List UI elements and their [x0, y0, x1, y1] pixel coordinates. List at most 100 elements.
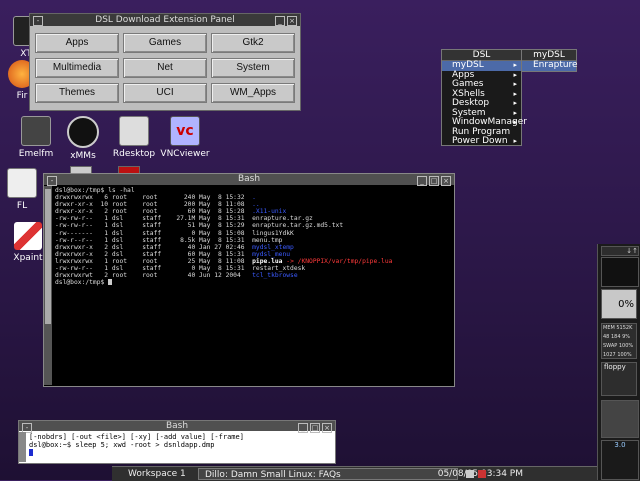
- ls-row-filename: mydsl_menu: [252, 250, 291, 258]
- version-label: 3.0: [614, 441, 626, 449]
- category-button-themes[interactable]: Themes: [35, 83, 119, 103]
- desktop-icon-rdesktop[interactable]: Rdesktop: [106, 116, 162, 159]
- minimize-button[interactable]: _: [298, 423, 308, 433]
- computer-icon: [119, 116, 149, 146]
- taskbar: Workspace 1 Dillo: Damn Small Linux: FAQ…: [112, 466, 640, 481]
- ls-row: drwxrwxr-x 2 dsl staff 40 Jan 27 02:46 m…: [55, 244, 452, 251]
- desktop-icon-label: xMMs: [70, 151, 96, 161]
- cpu-monitor: [601, 257, 639, 287]
- terminal-scrollbar[interactable]: [19, 432, 26, 462]
- menu-item-power-down[interactable]: Power Down ▸: [442, 136, 521, 147]
- taskbar-icon: [478, 470, 486, 478]
- menu-item-label: System: [452, 107, 486, 118]
- version-widget: 3.0: [601, 440, 639, 480]
- submenu-arrow-icon: ▸: [513, 80, 517, 88]
- desktop-icon-label: Rdesktop: [112, 149, 156, 159]
- category-button-multimedia[interactable]: Multimedia: [35, 58, 119, 78]
- download-extension-panel: - DSL Download Extension Panel _ × Apps …: [29, 13, 301, 111]
- ls-row: drwxr-xr-x 10 root root 200 May 8 11:08 …: [55, 201, 452, 208]
- minimize-button[interactable]: _: [275, 16, 285, 26]
- ls-row: drwxr-xr-x 2 root root 60 May 8 15:28 .X…: [55, 208, 452, 215]
- terminal-titlebar[interactable]: - Bash _ □ ×: [19, 421, 335, 433]
- ls-row-filename: .X11-unix: [252, 208, 287, 216]
- ls-row: drwxrwxrwx 6 root root 240 May 8 15:32 .: [55, 194, 452, 201]
- category-button-games[interactable]: Games: [123, 33, 207, 53]
- terminal-line: [-nobdrs] [-out <file>] [-xy] [-add valu…: [29, 433, 244, 441]
- cpu-gauge: 0%: [601, 289, 637, 319]
- terminal-scrollbar[interactable]: [44, 186, 52, 385]
- arrows-button[interactable]: ↓↑: [601, 246, 639, 256]
- category-button-uci[interactable]: UCI: [123, 83, 207, 103]
- maximize-button[interactable]: □: [429, 176, 439, 186]
- category-button-net[interactable]: Net: [123, 58, 207, 78]
- ls-row: -rw-rw-r-- 1 dsl staff 51 May 8 15:29 en…: [55, 222, 452, 229]
- ls-row: -rw-rw-r-- 1 dsl staff 0 May 8 15:31 res…: [55, 265, 452, 272]
- workspace-label[interactable]: Workspace 1: [128, 468, 186, 480]
- desktop-icon-xmms[interactable]: xMMs: [55, 116, 111, 161]
- ls-row-meta: -rw-rw-r-- 1 dsl staff 51 May 8 15:29: [55, 222, 253, 230]
- category-button-system[interactable]: System: [211, 58, 295, 78]
- ls-row-filename: ..: [252, 201, 260, 209]
- desktop-icon-vncviewer[interactable]: vc VNCviewer: [157, 116, 213, 159]
- ls-row-filename: pipe.lua: [252, 257, 283, 265]
- vnc-icon: vc: [170, 116, 200, 146]
- submenu-arrow-icon: ▸: [513, 89, 517, 98]
- ls-row-filename: enrapture.tar.gz: [252, 215, 313, 223]
- ls-row-filename: mydsl_xtemp: [252, 243, 294, 251]
- prompt-text: dsl@box:/tmp$: [55, 279, 109, 287]
- maximize-button[interactable]: □: [310, 423, 320, 433]
- window-menu-button[interactable]: -: [47, 176, 57, 186]
- desktop-icon-label: VNCviewer: [160, 149, 210, 159]
- mem-line: 1027 100%: [603, 352, 632, 358]
- ls-row-filename: restart_xtdesk: [252, 265, 306, 273]
- menu-item-label: myDSL: [452, 60, 484, 70]
- terminal-end-prompt: dsl@box:/tmp$: [55, 279, 452, 286]
- pager[interactable]: [601, 400, 639, 438]
- ls-row-meta: drwxrwxr-x 2 dsl staff 60 May 8 15:31: [55, 250, 253, 258]
- ls-listing: drwxrwxrwx 6 root root 240 May 8 15:32 .…: [55, 194, 452, 279]
- bash-terminal-small: - Bash _ □ × [-nobdrs] [-out <file>] [-x…: [18, 420, 336, 464]
- terminal-output[interactable]: dsl@box:/tmp$ ls -hal drwxrwxrwx 6 root …: [55, 187, 452, 384]
- submenu-item-enrapture[interactable]: Enrapture: [522, 60, 578, 71]
- penguin-headphones-icon: [67, 116, 99, 148]
- dsl-menu: DSL myDSL ▸ Apps ▸ Games ▸ XShells ▸ Desktop…: [441, 49, 527, 147]
- floppy-label: floppy: [604, 363, 626, 371]
- close-button[interactable]: ×: [322, 423, 332, 433]
- window-title: Dillo: Damn Small Linux: FAQs: [205, 470, 341, 480]
- file-manager-icon: [21, 116, 51, 146]
- ls-row-filename: enrapture.tar.gz.md5.txt: [252, 222, 344, 230]
- ls-row-filename: .: [252, 194, 256, 202]
- cursor: [29, 449, 33, 456]
- close-button[interactable]: ×: [287, 16, 297, 26]
- desktop-icon-label: Emelfm: [18, 149, 54, 159]
- floppy-mount[interactable]: floppy: [601, 362, 637, 396]
- mem-line: SWAP 100%: [603, 343, 634, 349]
- cursor: [108, 279, 113, 286]
- ls-row: -rw-rw-r-- 1 dsl staff 27.1M May 8 15:31…: [55, 215, 452, 222]
- ls-row-filename: tcl_tkbrowse: [252, 272, 298, 280]
- window-menu-button[interactable]: -: [33, 16, 43, 26]
- desktop-icon-label: FL: [16, 201, 28, 211]
- category-button-gtk2[interactable]: Gtk2: [211, 33, 295, 53]
- ls-row-meta: -rw-rw-r-- 1 dsl staff 27.1M May 8 15:31: [55, 215, 253, 223]
- ls-row-filename: menu.tmp: [252, 236, 283, 244]
- terminal-output[interactable]: [-nobdrs] [-out <file>] [-xy] [-add valu…: [29, 433, 244, 456]
- ls-row-link-target: -> /KNOPPIX/var/tmp/pipe.lua: [282, 257, 393, 265]
- panel-titlebar[interactable]: - DSL Download Extension Panel _ ×: [30, 14, 300, 26]
- ls-row: drwxrwxr-x 2 dsl staff 60 May 8 15:31 my…: [55, 251, 452, 258]
- terminal-titlebar[interactable]: - Bash _ □ ×: [44, 174, 454, 186]
- close-button[interactable]: ×: [441, 176, 451, 186]
- ls-row-meta: lrwxrwxrwx 1 root root 25 May 8 11:08: [55, 257, 253, 265]
- category-button-apps[interactable]: Apps: [35, 33, 119, 53]
- taskbar-window-button[interactable]: Dillo: Damn Small Linux: FAQs: [198, 468, 458, 480]
- category-button-wm-apps[interactable]: WM_Apps: [211, 83, 295, 103]
- terminal-title: Bash: [165, 421, 189, 431]
- ls-row-meta: -rw-r--r-- 1 dsl staff 8.5k May 8 15:31: [55, 236, 253, 244]
- minimize-button[interactable]: _: [417, 176, 427, 186]
- menu-item-label: Run Program: [452, 126, 511, 137]
- scrollbar-thumb[interactable]: [45, 189, 51, 324]
- system-monitor-dock: ↓↑ 0% MEM 5152K 48 184 9% SWAP 100% 1027…: [597, 244, 640, 480]
- ls-row-meta: -rw-rw-r-- 1 dsl staff 0 May 8 15:31: [55, 265, 253, 273]
- ls-row: lrwxrwxrwx 1 root root 25 May 8 11:08 pi…: [55, 258, 452, 265]
- submenu-arrow-icon: ▸: [513, 118, 517, 126]
